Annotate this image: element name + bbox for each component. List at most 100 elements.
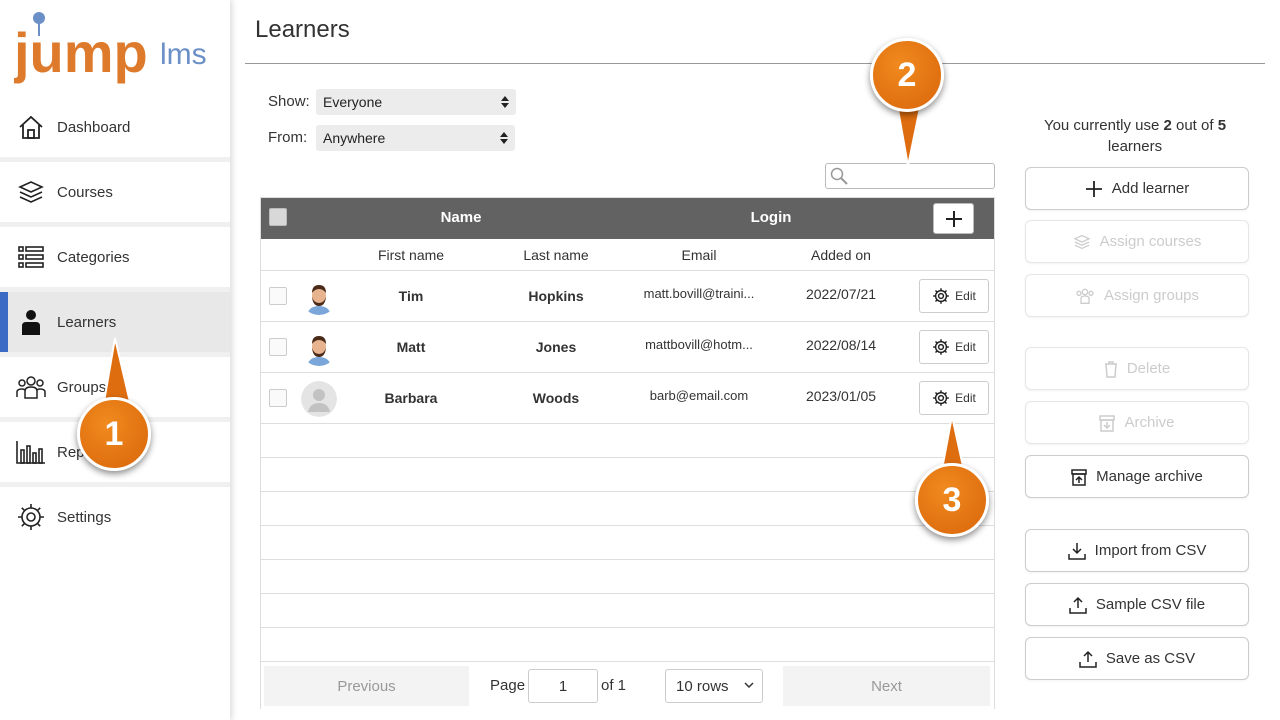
first-name-cell: Tim xyxy=(398,288,424,304)
sidebar-item-label: Dashboard xyxy=(57,118,131,136)
add-learner-label: Add learner xyxy=(1111,180,1190,197)
logo-suffix-text: lms xyxy=(160,38,207,71)
empty-row xyxy=(261,423,994,457)
empty-row xyxy=(261,525,994,559)
person-icon xyxy=(16,307,46,337)
logo-main-text: jump xyxy=(14,21,148,84)
previous-button[interactable]: Previous xyxy=(264,666,469,706)
usage-suffix: learners xyxy=(1107,138,1163,155)
group-icon xyxy=(1076,288,1094,304)
home-icon xyxy=(16,112,46,142)
sample-csv-button[interactable]: Sample CSV file xyxy=(1025,583,1249,626)
edit-button[interactable]: Edit xyxy=(919,279,989,313)
sort-arrows-icon xyxy=(501,96,509,108)
sidebar-item-categories[interactable]: Categories xyxy=(0,227,230,287)
usage-total: 5 xyxy=(1217,117,1227,134)
callout-badge-2: 2 xyxy=(870,38,944,112)
row-checkbox[interactable] xyxy=(269,287,287,305)
delete-button[interactable]: Delete xyxy=(1025,347,1249,390)
assign-courses-button[interactable]: Assign courses xyxy=(1025,220,1249,263)
callout-badge-3: 3 xyxy=(915,463,989,537)
empty-row xyxy=(261,627,994,661)
page-count-label: of 1 xyxy=(601,677,627,694)
assign-groups-button[interactable]: Assign groups xyxy=(1025,274,1249,317)
show-filter-value: Everyone xyxy=(323,94,383,110)
assign-groups-label: Assign groups xyxy=(1103,287,1200,304)
callout-badge-1: 1 xyxy=(77,397,151,471)
add-learner-button[interactable]: Add learner xyxy=(1025,167,1249,210)
empty-row xyxy=(261,491,994,525)
edit-label: Edit xyxy=(955,289,976,303)
rows-per-page-value: 10 rows xyxy=(676,678,729,695)
row-checkbox[interactable] xyxy=(269,338,287,356)
first-name-subheader: First name xyxy=(377,247,445,263)
download-icon xyxy=(1067,542,1086,560)
add-row-button[interactable] xyxy=(933,203,974,234)
usage-used: 2 xyxy=(1163,117,1172,134)
layers-icon xyxy=(16,177,46,207)
email-subheader: Email xyxy=(681,247,717,263)
email-cell: matt.bovill@traini... xyxy=(643,286,755,301)
page-label: Page xyxy=(490,677,526,694)
jumplms-logo[interactable]: jump lms xyxy=(13,8,224,90)
gear-icon xyxy=(933,288,949,304)
email-cell: mattbovill@hotm... xyxy=(645,337,753,352)
avatar xyxy=(301,330,337,366)
usage-middle: out of xyxy=(1176,117,1214,134)
empty-row xyxy=(261,457,994,491)
import-csv-button[interactable]: Import from CSV xyxy=(1025,529,1249,572)
pagination: Previous Page 1 of 1 10 rows Next xyxy=(261,661,994,709)
row-checkbox[interactable] xyxy=(269,389,287,407)
table-row[interactable]: Matt Jones mattbovill@hotm... 2022/08/14… xyxy=(261,321,994,372)
plus-icon xyxy=(1085,180,1102,197)
sidebar-item-label: Courses xyxy=(57,183,113,201)
added-on-cell: 2022/08/14 xyxy=(805,337,877,353)
edit-label: Edit xyxy=(955,340,976,354)
delete-label: Delete xyxy=(1126,360,1171,377)
gear-icon xyxy=(933,390,949,406)
table-row[interactable]: Barbara Woods barb@email.com 2023/01/05 … xyxy=(261,372,994,423)
last-name-cell: Jones xyxy=(535,339,577,355)
manage-archive-button[interactable]: Manage archive xyxy=(1025,455,1249,498)
title-divider xyxy=(245,63,1265,64)
name-column-header: Name xyxy=(440,209,482,226)
table-row[interactable]: Tim Hopkins matt.bovill@traini... 2022/0… xyxy=(261,270,994,321)
import-csv-label: Import from CSV xyxy=(1094,542,1207,559)
archive-button[interactable]: Archive xyxy=(1025,401,1249,444)
from-filter-label: From: xyxy=(268,129,308,146)
show-filter-select[interactable]: Everyone xyxy=(316,89,516,115)
bar-chart-icon xyxy=(16,437,46,467)
gear-icon xyxy=(16,502,46,532)
next-button[interactable]: Next xyxy=(783,666,990,706)
save-csv-button[interactable]: Save as CSV xyxy=(1025,637,1249,680)
sidebar-item-dashboard[interactable]: Dashboard xyxy=(0,97,230,157)
avatar xyxy=(301,381,337,417)
assign-courses-label: Assign courses xyxy=(1099,233,1202,250)
page-title: Learners xyxy=(255,16,350,43)
login-column-header: Login xyxy=(750,209,792,226)
sidebar-item-settings[interactable]: Settings xyxy=(0,487,230,547)
search-icon xyxy=(830,167,848,185)
edit-label: Edit xyxy=(955,391,976,405)
sidebar-item-courses[interactable]: Courses xyxy=(0,162,230,222)
sidebar-item-label: Learners xyxy=(57,313,117,331)
page-number-input[interactable]: 1 xyxy=(528,669,598,703)
edit-button[interactable]: Edit xyxy=(919,381,989,415)
edit-button[interactable]: Edit xyxy=(919,330,989,364)
from-filter-select[interactable]: Anywhere xyxy=(316,125,515,151)
sample-csv-label: Sample CSV file xyxy=(1095,596,1206,613)
chevron-down-icon xyxy=(744,682,754,689)
added-on-cell: 2023/01/05 xyxy=(805,388,877,404)
sidebar-item-label: Settings xyxy=(57,508,112,526)
usage-prefix: You currently use xyxy=(1043,117,1160,134)
rows-per-page-select[interactable]: 10 rows xyxy=(665,669,763,703)
usage-summary: You currently use 2 out of 5 learners xyxy=(1025,115,1245,157)
select-all-checkbox[interactable] xyxy=(269,208,287,226)
group-icon xyxy=(16,372,46,402)
save-csv-label: Save as CSV xyxy=(1105,650,1196,667)
from-filter-value: Anywhere xyxy=(323,130,386,146)
gear-icon xyxy=(933,339,949,355)
callout-pointer-1 xyxy=(102,337,132,403)
show-filter-label: Show: xyxy=(268,93,310,110)
first-name-cell: Barbara xyxy=(384,390,438,406)
